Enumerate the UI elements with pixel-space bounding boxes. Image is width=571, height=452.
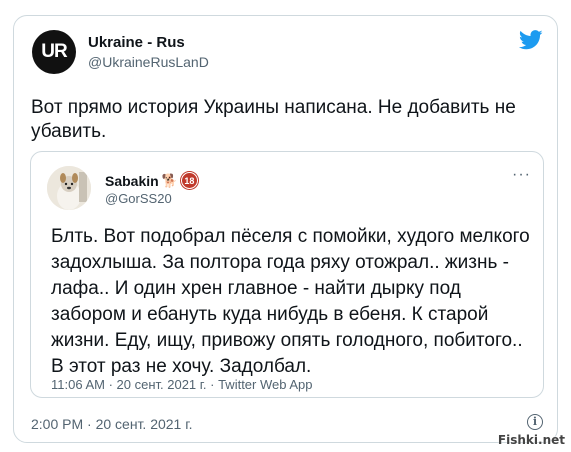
quoted-author-handle[interactable]: @GorSS20 <box>105 191 172 206</box>
tweet-card[interactable]: UR Ukraine - Rus @UkraineRusLanD Вот пря… <box>13 15 558 443</box>
twitter-bird-icon[interactable] <box>519 30 543 50</box>
quoted-author-avatar[interactable] <box>47 166 91 210</box>
quoted-tweet[interactable]: Sabakin 🐕 18 @GorSS20 ··· Блть. Вот подо… <box>30 151 544 398</box>
age-badge: 18 <box>180 172 198 189</box>
dog-icon: 🐕 <box>161 172 178 188</box>
quoted-tweet-text: Блть. Вот подобрал пёселя с помойки, худ… <box>51 226 530 377</box>
quoted-author-name-row[interactable]: Sabakin 🐕 18 <box>105 172 198 189</box>
info-icon[interactable]: i <box>527 414 543 430</box>
tweet-text: Вот прямо история Украины написана. Не д… <box>31 97 516 142</box>
quoted-tweet-timestamp[interactable]: 11:06 AM · 20 сент. 2021 г. · Twitter We… <box>51 377 313 392</box>
author-name[interactable]: Ukraine - Rus <box>88 34 185 51</box>
more-icon[interactable]: ··· <box>512 167 531 183</box>
author-avatar[interactable]: UR <box>32 30 76 74</box>
author-handle[interactable]: @UkraineRusLanD <box>88 54 209 70</box>
tweet-timestamp[interactable]: 2:00 PM · 20 сент. 2021 г. <box>31 416 193 432</box>
avatar-logo-text: UR <box>41 41 67 62</box>
dog-photo-icon <box>47 166 91 210</box>
quoted-author-name[interactable]: Sabakin <box>105 173 159 189</box>
watermark: Fishki.net <box>497 433 565 447</box>
